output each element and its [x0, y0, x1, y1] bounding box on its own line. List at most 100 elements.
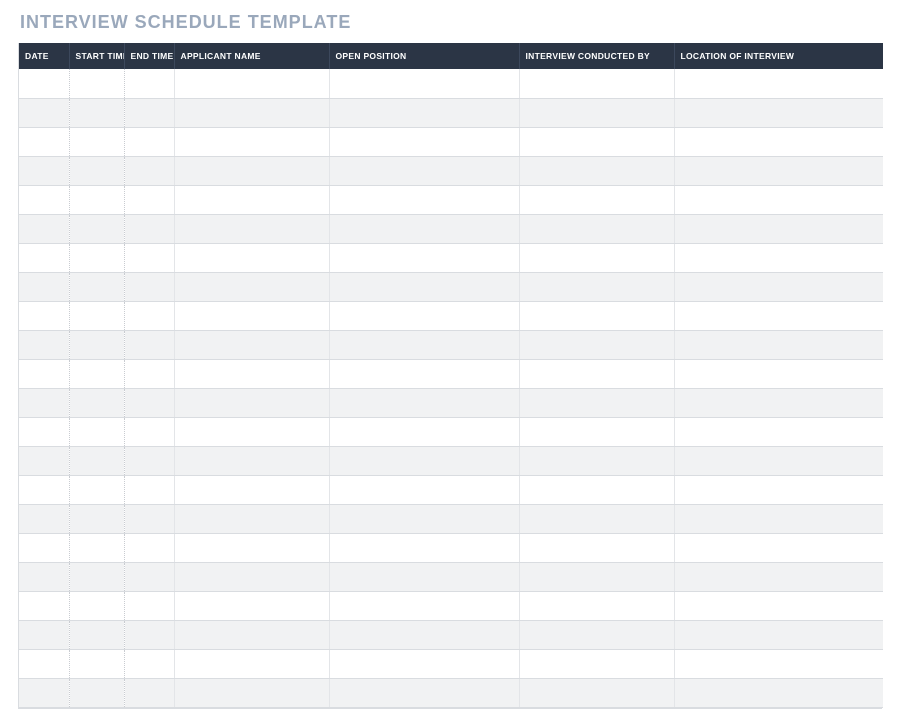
- cell-by[interactable]: [519, 678, 674, 707]
- cell-by[interactable]: [519, 330, 674, 359]
- cell-start[interactable]: [69, 649, 124, 678]
- cell-name[interactable]: [174, 620, 329, 649]
- cell-name[interactable]: [174, 156, 329, 185]
- cell-by[interactable]: [519, 591, 674, 620]
- cell-by[interactable]: [519, 504, 674, 533]
- cell-loc[interactable]: [674, 504, 883, 533]
- cell-by[interactable]: [519, 388, 674, 417]
- cell-name[interactable]: [174, 504, 329, 533]
- cell-name[interactable]: [174, 678, 329, 707]
- cell-pos[interactable]: [329, 446, 519, 475]
- cell-date[interactable]: [19, 214, 69, 243]
- cell-by[interactable]: [519, 533, 674, 562]
- cell-date[interactable]: [19, 156, 69, 185]
- cell-date[interactable]: [19, 69, 69, 98]
- cell-loc[interactable]: [674, 330, 883, 359]
- cell-name[interactable]: [174, 272, 329, 301]
- cell-loc[interactable]: [674, 127, 883, 156]
- cell-start[interactable]: [69, 475, 124, 504]
- cell-pos[interactable]: [329, 475, 519, 504]
- cell-loc[interactable]: [674, 591, 883, 620]
- cell-start[interactable]: [69, 214, 124, 243]
- cell-pos[interactable]: [329, 214, 519, 243]
- cell-start[interactable]: [69, 562, 124, 591]
- cell-date[interactable]: [19, 591, 69, 620]
- cell-end[interactable]: [124, 127, 174, 156]
- cell-loc[interactable]: [674, 388, 883, 417]
- cell-pos[interactable]: [329, 388, 519, 417]
- cell-date[interactable]: [19, 417, 69, 446]
- cell-end[interactable]: [124, 475, 174, 504]
- cell-name[interactable]: [174, 446, 329, 475]
- cell-loc[interactable]: [674, 562, 883, 591]
- cell-by[interactable]: [519, 649, 674, 678]
- cell-date[interactable]: [19, 301, 69, 330]
- cell-loc[interactable]: [674, 533, 883, 562]
- cell-pos[interactable]: [329, 69, 519, 98]
- cell-name[interactable]: [174, 475, 329, 504]
- cell-loc[interactable]: [674, 185, 883, 214]
- cell-name[interactable]: [174, 417, 329, 446]
- cell-start[interactable]: [69, 69, 124, 98]
- cell-by[interactable]: [519, 127, 674, 156]
- cell-pos[interactable]: [329, 156, 519, 185]
- cell-end[interactable]: [124, 185, 174, 214]
- cell-loc[interactable]: [674, 214, 883, 243]
- cell-by[interactable]: [519, 243, 674, 272]
- cell-loc[interactable]: [674, 475, 883, 504]
- cell-start[interactable]: [69, 504, 124, 533]
- cell-loc[interactable]: [674, 359, 883, 388]
- cell-start[interactable]: [69, 388, 124, 417]
- cell-pos[interactable]: [329, 562, 519, 591]
- cell-loc[interactable]: [674, 620, 883, 649]
- cell-start[interactable]: [69, 156, 124, 185]
- cell-name[interactable]: [174, 330, 329, 359]
- cell-end[interactable]: [124, 649, 174, 678]
- cell-start[interactable]: [69, 98, 124, 127]
- cell-by[interactable]: [519, 185, 674, 214]
- cell-name[interactable]: [174, 214, 329, 243]
- cell-date[interactable]: [19, 272, 69, 301]
- cell-pos[interactable]: [329, 127, 519, 156]
- cell-loc[interactable]: [674, 417, 883, 446]
- cell-by[interactable]: [519, 359, 674, 388]
- cell-date[interactable]: [19, 359, 69, 388]
- cell-start[interactable]: [69, 533, 124, 562]
- cell-by[interactable]: [519, 214, 674, 243]
- cell-end[interactable]: [124, 446, 174, 475]
- cell-pos[interactable]: [329, 185, 519, 214]
- cell-date[interactable]: [19, 446, 69, 475]
- cell-by[interactable]: [519, 562, 674, 591]
- cell-end[interactable]: [124, 388, 174, 417]
- cell-date[interactable]: [19, 678, 69, 707]
- cell-end[interactable]: [124, 69, 174, 98]
- cell-start[interactable]: [69, 272, 124, 301]
- cell-start[interactable]: [69, 417, 124, 446]
- cell-pos[interactable]: [329, 301, 519, 330]
- cell-loc[interactable]: [674, 649, 883, 678]
- cell-end[interactable]: [124, 620, 174, 649]
- cell-name[interactable]: [174, 127, 329, 156]
- cell-end[interactable]: [124, 214, 174, 243]
- cell-date[interactable]: [19, 475, 69, 504]
- cell-date[interactable]: [19, 388, 69, 417]
- cell-date[interactable]: [19, 562, 69, 591]
- cell-by[interactable]: [519, 446, 674, 475]
- cell-pos[interactable]: [329, 504, 519, 533]
- cell-pos[interactable]: [329, 272, 519, 301]
- cell-start[interactable]: [69, 359, 124, 388]
- cell-start[interactable]: [69, 620, 124, 649]
- cell-name[interactable]: [174, 388, 329, 417]
- cell-name[interactable]: [174, 69, 329, 98]
- cell-name[interactable]: [174, 591, 329, 620]
- cell-by[interactable]: [519, 272, 674, 301]
- cell-by[interactable]: [519, 301, 674, 330]
- cell-end[interactable]: [124, 330, 174, 359]
- cell-date[interactable]: [19, 243, 69, 272]
- cell-loc[interactable]: [674, 98, 883, 127]
- cell-name[interactable]: [174, 243, 329, 272]
- cell-end[interactable]: [124, 156, 174, 185]
- cell-pos[interactable]: [329, 243, 519, 272]
- cell-date[interactable]: [19, 330, 69, 359]
- cell-start[interactable]: [69, 591, 124, 620]
